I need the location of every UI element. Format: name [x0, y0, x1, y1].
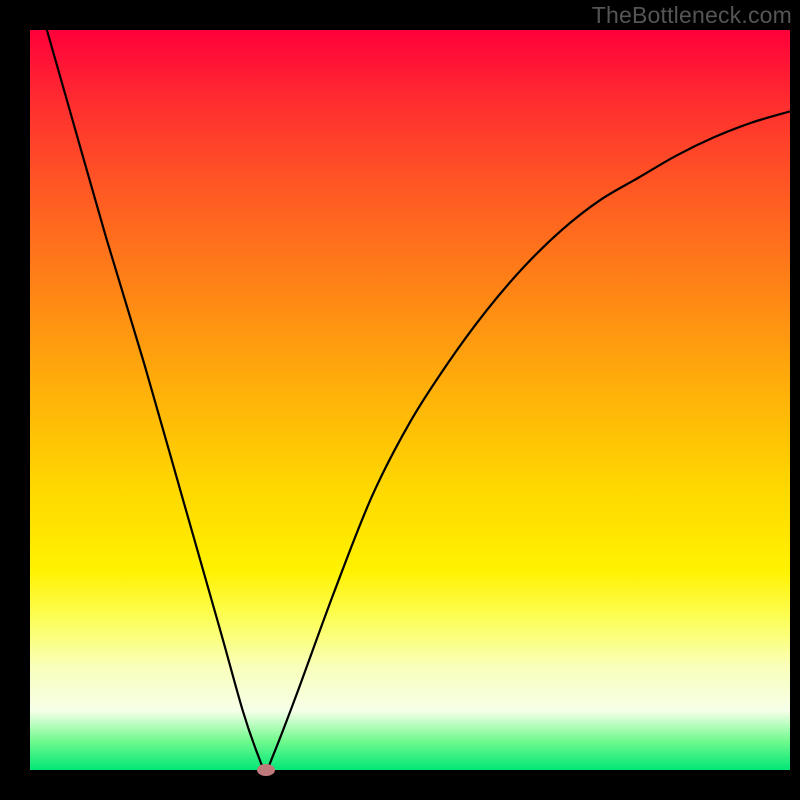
chart-svg — [30, 30, 790, 770]
chart-plot-area — [30, 30, 790, 770]
bottleneck-curve — [30, 30, 790, 770]
watermark-text: TheBottleneck.com — [592, 2, 792, 29]
optimal-point-marker — [257, 764, 275, 776]
